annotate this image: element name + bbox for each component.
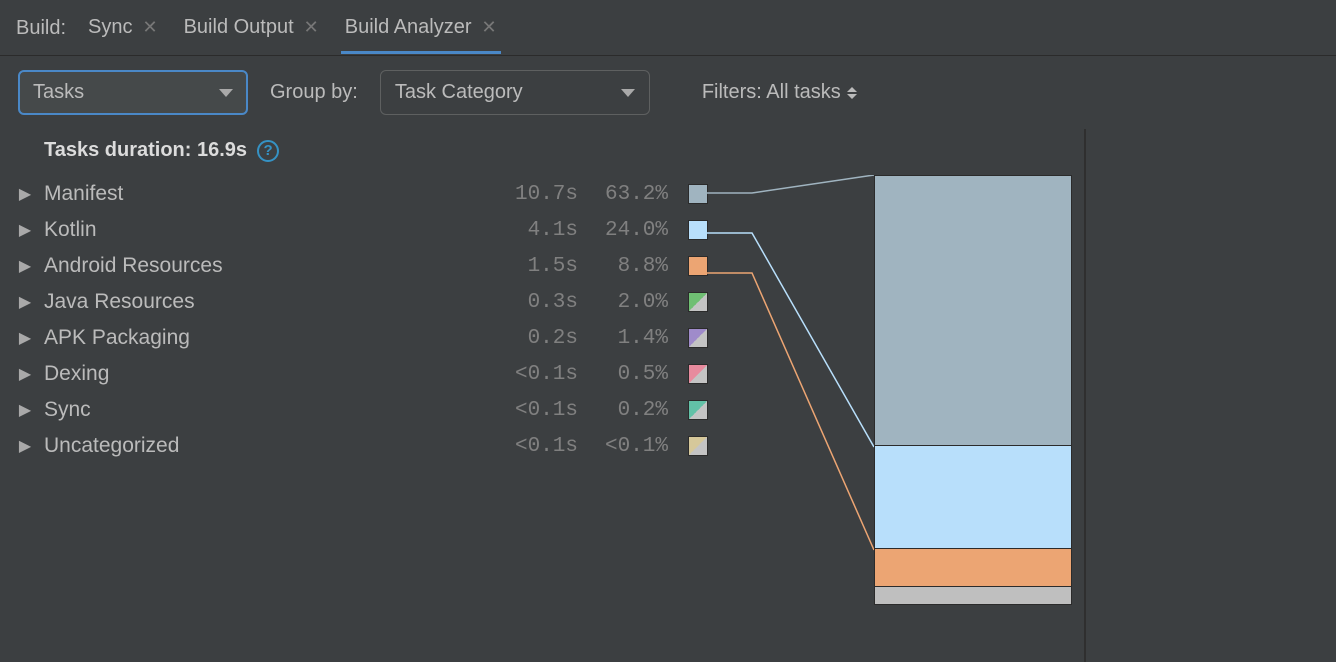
category-row[interactable]: ▶ Android Resources 1.5s 8.8% [16, 248, 708, 284]
category-row[interactable]: ▶ Dexing <0.1s 0.5% [16, 356, 708, 392]
category-duration: 4.1s [498, 219, 578, 242]
category-percent: 24.0% [588, 219, 668, 242]
group-by-selector[interactable]: Task Category [380, 70, 650, 115]
category-row[interactable]: ▶ Uncategorized <0.1s <0.1% [16, 428, 708, 464]
category-percent: 0.5% [588, 363, 668, 386]
category-percent: <0.1% [588, 435, 668, 458]
segment-manifest [875, 176, 1071, 446]
details-panel [1086, 129, 1336, 662]
view-selector[interactable]: Tasks [18, 70, 248, 115]
category-row[interactable]: ▶ Sync <0.1s 0.2% [16, 392, 708, 428]
category-duration: <0.1s [498, 399, 578, 422]
group-by-value: Task Category [395, 81, 523, 104]
chevron-right-icon: ▶ [16, 184, 34, 204]
category-name: APK Packaging [44, 326, 488, 350]
category-name: Kotlin [44, 218, 488, 242]
color-swatch [688, 328, 708, 348]
segment-android-resources [875, 549, 1071, 587]
category-percent: 0.2% [588, 399, 668, 422]
close-icon[interactable]: ✕ [482, 18, 497, 36]
filters-label: Filters: All tasks [702, 81, 841, 104]
color-swatch [688, 256, 708, 276]
sort-icon [847, 87, 857, 99]
duration-value: 16.9s [197, 139, 247, 161]
tasks-panel: Tasks duration: 16.9s ? ▶ Manifest 10.7s 63… [0, 129, 1086, 662]
category-name: Sync [44, 398, 488, 422]
category-row[interactable]: ▶ Java Resources 0.3s 2.0% [16, 284, 708, 320]
tab-sync[interactable]: Sync ✕ [84, 10, 162, 54]
tab-build-analyzer[interactable]: Build Analyzer ✕ [341, 10, 501, 54]
category-duration: 10.7s [498, 183, 578, 206]
color-swatch [688, 184, 708, 204]
category-duration: <0.1s [498, 363, 578, 386]
tab-label: Sync [88, 16, 132, 39]
duration-label: Tasks duration: [44, 139, 191, 161]
tab-label: Build Analyzer [345, 16, 472, 39]
category-row[interactable]: ▶ APK Packaging 0.2s 1.4% [16, 320, 708, 356]
category-row[interactable]: ▶ Manifest 10.7s 63.2% [16, 176, 708, 212]
close-icon[interactable]: ✕ [143, 18, 158, 36]
tabbar-label: Build: [16, 11, 66, 52]
chevron-down-icon [219, 89, 233, 97]
tab-label: Build Output [184, 16, 294, 39]
segment-kotlin [875, 446, 1071, 549]
category-percent: 63.2% [588, 183, 668, 206]
category-percent: 8.8% [588, 255, 668, 278]
close-icon[interactable]: ✕ [304, 18, 319, 36]
chevron-right-icon: ▶ [16, 328, 34, 348]
chevron-right-icon: ▶ [16, 364, 34, 384]
category-percent: 1.4% [588, 327, 668, 350]
category-name: Dexing [44, 362, 488, 386]
tab-build-output[interactable]: Build Output ✕ [180, 10, 323, 54]
category-duration: 1.5s [498, 255, 578, 278]
analyzer-toolbar: Tasks Group by: Task Category Filters: A… [0, 56, 1336, 129]
help-icon[interactable]: ? [257, 140, 279, 162]
duration-chart [692, 175, 1072, 615]
category-name: Manifest [44, 182, 488, 206]
color-swatch [688, 436, 708, 456]
chevron-right-icon: ▶ [16, 256, 34, 276]
chevron-right-icon: ▶ [16, 400, 34, 420]
chevron-down-icon [621, 89, 635, 97]
tasks-duration-header: Tasks duration: 16.9s ? [16, 133, 1084, 176]
category-duration: 0.3s [498, 291, 578, 314]
connector-lines [692, 175, 1072, 615]
chevron-right-icon: ▶ [16, 292, 34, 312]
color-swatch [688, 220, 708, 240]
view-selector-value: Tasks [33, 81, 84, 104]
filters-selector[interactable]: Filters: All tasks [702, 81, 857, 104]
category-duration: <0.1s [498, 435, 578, 458]
color-swatch [688, 364, 708, 384]
category-duration: 0.2s [498, 327, 578, 350]
build-tabbar: Build: Sync ✕ Build Output ✕ Build Analy… [0, 0, 1336, 56]
segment-other [875, 587, 1071, 604]
category-name: Android Resources [44, 254, 488, 278]
category-percent: 2.0% [588, 291, 668, 314]
stacked-bar [874, 175, 1072, 605]
category-list: ▶ Manifest 10.7s 63.2% ▶ Kotlin 4.1s 24.0% ▶ Andr… [16, 176, 716, 464]
color-swatch [688, 400, 708, 420]
category-name: Uncategorized [44, 434, 488, 458]
color-swatch [688, 292, 708, 312]
chevron-right-icon: ▶ [16, 436, 34, 456]
category-name: Java Resources [44, 290, 488, 314]
category-row[interactable]: ▶ Kotlin 4.1s 24.0% [16, 212, 708, 248]
chevron-right-icon: ▶ [16, 220, 34, 240]
group-by-label: Group by: [270, 81, 358, 104]
